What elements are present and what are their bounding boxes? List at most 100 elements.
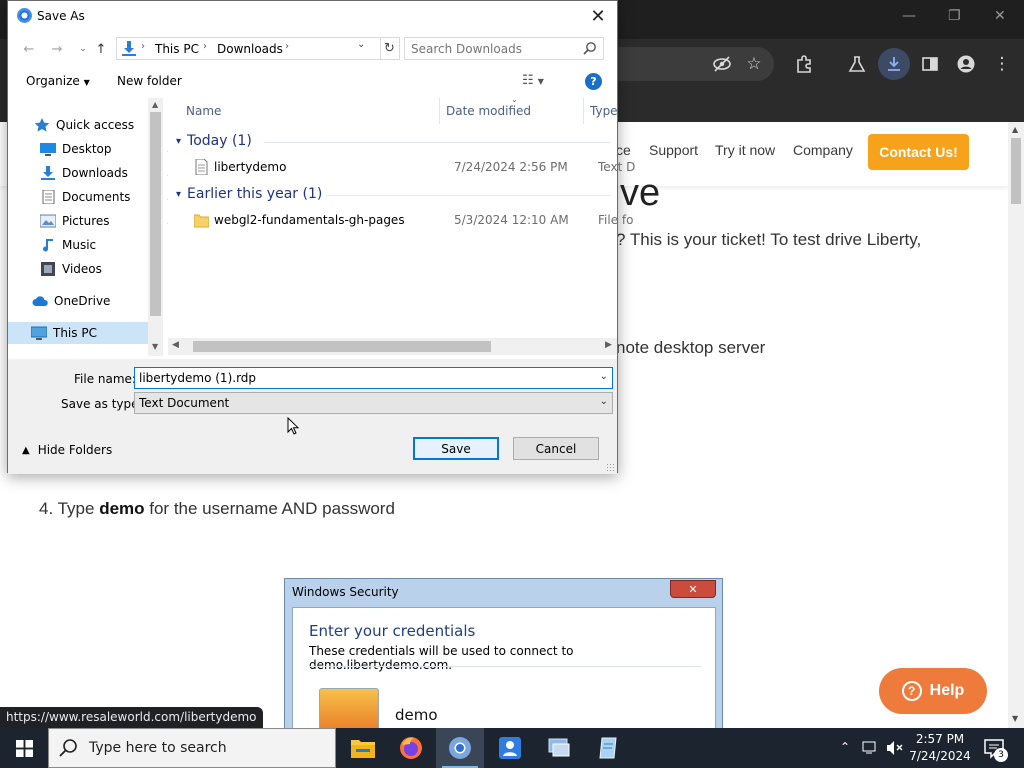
- group-label: Earlier this year (1): [187, 186, 323, 202]
- file-name-input[interactable]: [139, 370, 589, 386]
- desktop-icon: [40, 143, 56, 156]
- breadcrumb-this-pc[interactable]: This PC: [155, 42, 199, 56]
- breadcrumb-downloads[interactable]: Downloads: [217, 42, 283, 56]
- page-scrollbar[interactable]: ▲ ▼: [1008, 122, 1024, 728]
- taskbar: Type here to search ⌃ 2:57 PM 7/24/2024 …: [0, 728, 1024, 768]
- address-row: ← → ⌄ ↑ › This PC › Downloads › ⌄ ↻: [8, 36, 617, 62]
- firefox-icon[interactable]: [387, 728, 435, 768]
- windows-logo-icon: [15, 739, 33, 757]
- organize-menu[interactable]: Organize ▼: [26, 74, 90, 88]
- restore-button[interactable]: ❐: [948, 8, 961, 24]
- page-scroll-thumb[interactable]: [1011, 138, 1021, 204]
- close-window-button[interactable]: ✕: [994, 8, 1006, 24]
- nav-link-try-it-now[interactable]: Try it now: [715, 142, 775, 158]
- network-icon[interactable]: [862, 741, 878, 755]
- search-icon: [583, 42, 596, 55]
- videos-icon: [41, 262, 55, 276]
- extensions-icon[interactable]: [791, 51, 817, 77]
- file-explorer-icon[interactable]: [339, 728, 387, 768]
- recent-locations-icon[interactable]: ⌄: [74, 40, 92, 58]
- hscroll-thumb[interactable]: [193, 341, 491, 352]
- save-type-select[interactable]: Text Document ⌄: [134, 392, 613, 414]
- nav-link-company[interactable]: Company: [793, 142, 853, 158]
- refresh-icon[interactable]: ↻: [380, 37, 400, 60]
- save-button[interactable]: Save: [413, 437, 499, 460]
- menu-icon[interactable]: ⋮: [989, 51, 1015, 77]
- folder-icon: [194, 214, 209, 228]
- file-row[interactable]: libertydemo 7/24/2024 2:56 PM Text D: [168, 156, 635, 178]
- profile-icon[interactable]: [953, 51, 979, 77]
- scroll-up-icon[interactable]: ▲: [1012, 125, 1018, 134]
- step-text: note desktop server: [616, 338, 766, 357]
- flask-icon[interactable]: [844, 51, 870, 77]
- resize-grip-icon[interactable]: [606, 463, 614, 471]
- folder-address-bar[interactable]: › This PC › Downloads › ⌄: [116, 37, 381, 60]
- nav-scroll-thumb[interactable]: [150, 112, 161, 316]
- forward-arrow-icon[interactable]: →: [48, 40, 66, 58]
- nav-item-this-pc[interactable]: This PC: [8, 322, 148, 344]
- chevron-down-icon[interactable]: ⌄: [600, 371, 608, 382]
- winsec-username: demo: [395, 706, 438, 724]
- taskbar-search[interactable]: Type here to search: [48, 728, 336, 768]
- scroll-right-icon[interactable]: ▶: [605, 340, 612, 350]
- new-folder-button[interactable]: New folder: [117, 74, 182, 88]
- show-hidden-icons-icon[interactable]: ⌃: [840, 740, 850, 754]
- scroll-down-icon[interactable]: ▼: [1012, 714, 1018, 723]
- file-row[interactable]: webgl2-fundamentals-gh-pages 5/3/2024 12…: [168, 209, 633, 231]
- nav-link-service[interactable]: ce: [616, 142, 631, 158]
- cloud-icon: [32, 296, 48, 306]
- volume-muted-icon[interactable]: [886, 740, 904, 756]
- start-button[interactable]: [0, 728, 48, 768]
- dialog-close-button[interactable]: ✕: [587, 5, 609, 27]
- up-arrow-icon[interactable]: ↑: [92, 40, 110, 58]
- column-header-name[interactable]: Name: [168, 98, 440, 124]
- column-label: Type: [590, 104, 618, 118]
- back-arrow-icon[interactable]: ←: [20, 40, 38, 58]
- notepad-icon[interactable]: [584, 728, 632, 768]
- file-date: 7/24/2024 2:56 PM: [454, 160, 568, 174]
- column-header-type[interactable]: Type: [584, 98, 624, 124]
- group-header-today[interactable]: ▾ Today (1): [176, 133, 252, 149]
- hide-folders-toggle[interactable]: ▲ Hide Folders: [22, 443, 112, 457]
- address-dropdown-icon[interactable]: ⌄: [357, 39, 365, 50]
- chrome-icon[interactable]: [436, 728, 484, 768]
- star-icon[interactable]: ☆: [741, 51, 767, 77]
- group-header-earlier-this-year[interactable]: ▾ Earlier this year (1): [176, 186, 322, 202]
- help-button[interactable]: ? Help: [879, 668, 987, 714]
- sidepanel-icon[interactable]: [917, 51, 943, 77]
- command-bar: Organize ▼ New folder ☷ ▼ ?: [8, 65, 617, 97]
- column-label: Name: [186, 104, 222, 118]
- chevron-down-icon: ⌄: [599, 396, 608, 407]
- scroll-left-icon[interactable]: ◀: [172, 340, 179, 350]
- winsec-close-icon: ✕: [670, 580, 716, 598]
- scroll-down-icon[interactable]: ▼: [152, 342, 158, 351]
- minimize-button[interactable]: —: [902, 8, 916, 24]
- nav-label: Downloads: [62, 166, 128, 180]
- contact-us-button[interactable]: Contact Us!: [868, 134, 969, 170]
- nav-link-support[interactable]: Support: [649, 142, 698, 158]
- file-pane-hscrollbar[interactable]: ◀ ▶: [168, 338, 617, 355]
- search-downloads-input[interactable]: [411, 40, 581, 57]
- downloads-icon: [41, 166, 55, 180]
- search-box[interactable]: [404, 37, 604, 60]
- status-bar-url: https://www.resaleworld.com/libertydemo: [0, 707, 263, 728]
- eye-slash-icon[interactable]: [709, 51, 735, 77]
- download-icon[interactable]: [878, 48, 910, 80]
- step-4-prefix: 4. Type: [39, 499, 100, 518]
- scroll-up-icon[interactable]: ▲: [152, 100, 158, 109]
- nav-pane-scrollbar[interactable]: ▲ ▼: [148, 98, 163, 356]
- file-name-field[interactable]: ⌄: [134, 367, 613, 389]
- cancel-button[interactable]: Cancel: [513, 437, 599, 460]
- hide-folders-label: Hide Folders: [37, 443, 113, 457]
- column-label: Date modified: [446, 104, 532, 118]
- winsec-heading: Enter your credentials: [309, 622, 476, 640]
- collapse-caret-icon: ▾: [176, 135, 182, 147]
- help-icon[interactable]: ?: [585, 73, 602, 90]
- winsec-title: Windows Security: [292, 585, 399, 599]
- view-options-icon[interactable]: ☷ ▼: [522, 73, 544, 88]
- collapse-caret-icon: ▾: [176, 188, 182, 200]
- app-blue-icon[interactable]: [486, 728, 534, 768]
- remote-desktop-icon[interactable]: [535, 728, 583, 768]
- system-clock[interactable]: 2:57 PM 7/24/2024: [906, 731, 974, 765]
- dialog-titlebar: Save As ✕: [8, 1, 617, 32]
